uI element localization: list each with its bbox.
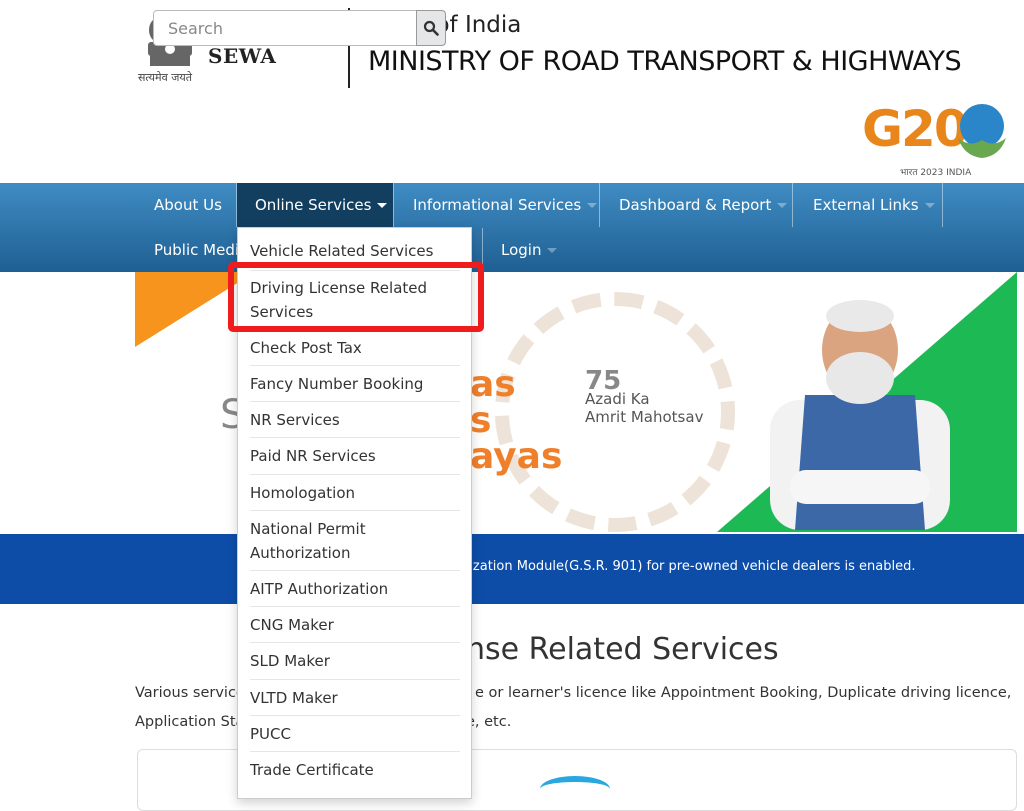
menu-item-cng-maker[interactable]: CNG Maker <box>250 613 460 637</box>
emblem-motto: सत्यमेव जयते <box>138 71 193 84</box>
menu-item-pucc[interactable]: PUCC <box>250 722 460 746</box>
section-description-line2-right: e, etc. <box>466 714 512 730</box>
menu-separator <box>250 679 460 680</box>
nav-online-services-label: Online Services <box>255 196 372 214</box>
azadi-line1: Azadi Ka <box>585 390 650 408</box>
nav-separator <box>942 183 943 227</box>
azadi-ka-amrit-mahotsav-logo: 75 Azadi Ka Amrit Mahotsav <box>585 366 704 426</box>
service-card-icon <box>540 776 610 802</box>
menu-item-fancy-number-booking[interactable]: Fancy Number Booking <box>250 372 460 396</box>
g20-subtitle: भारत 2023 INDIA <box>900 168 972 178</box>
banner-text-line3: ayas <box>470 436 563 477</box>
menu-item-national-permit-authorization[interactable]: National Permit Authorization <box>250 517 460 565</box>
menu-item-sld-maker[interactable]: SLD Maker <box>250 649 460 673</box>
nav-informational-services-label: Informational Services <box>413 196 582 214</box>
menu-item-trade-certificate[interactable]: Trade Certificate <box>250 758 460 782</box>
chevron-down-icon <box>924 203 935 208</box>
banner-text-line2: s <box>470 400 492 441</box>
menu-item-driving-license-related-services[interactable]: Driving License Related Services <box>250 276 460 324</box>
nav-public-media[interactable]: Public Media <box>137 228 237 272</box>
menu-separator <box>250 606 460 607</box>
menu-separator <box>250 365 460 366</box>
globe-lotus-icon <box>958 104 1006 158</box>
nav-about-us[interactable]: About Us <box>137 183 236 227</box>
nav-dashboard-report-label: Dashboard & Report <box>619 196 772 214</box>
menu-separator <box>250 715 460 716</box>
menu-separator <box>250 642 460 643</box>
nav-online-services[interactable]: Online Services <box>237 183 393 227</box>
menu-separator <box>250 474 460 475</box>
chevron-down-icon <box>777 203 788 208</box>
section-description-line1-left: Various service <box>135 685 245 701</box>
chevron-down-icon <box>547 248 558 253</box>
nav-external-links[interactable]: External Links <box>793 183 942 227</box>
menu-separator <box>250 510 460 511</box>
azadi-number: 75 <box>585 366 622 396</box>
azadi-line2: Amrit Mahotsav <box>585 408 704 426</box>
section-title: nse Related Services <box>466 632 779 667</box>
menu-item-aitp-authorization[interactable]: AITP Authorization <box>250 577 460 601</box>
nav-dashboard-report[interactable]: Dashboard & Report <box>600 183 792 227</box>
menu-separator <box>250 437 460 438</box>
online-services-dropdown: Vehicle Related Services Driving License… <box>237 227 472 799</box>
search-icon <box>423 20 439 36</box>
search-button[interactable] <box>416 10 446 46</box>
ministry-title: MINISTRY OF ROAD TRANSPORT & HIGHWAYS <box>368 46 962 77</box>
nav-login[interactable]: Login <box>483 228 573 272</box>
notice-text[interactable]: orization Module(G.S.R. 901) for pre-own… <box>456 559 915 574</box>
section-description-line1-right: e or learner's licence like Appointment … <box>475 685 1012 701</box>
menu-item-vltd-maker[interactable]: VLTD Maker <box>250 686 460 710</box>
search-input[interactable] <box>153 10 417 46</box>
search-bar <box>153 10 446 48</box>
notice-strip: orization Module(G.S.R. 901) for pre-own… <box>0 534 1024 604</box>
chevron-down-icon <box>377 203 388 208</box>
menu-separator <box>250 751 460 752</box>
menu-separator <box>250 401 460 402</box>
menu-item-nr-services[interactable]: NR Services <box>250 408 460 432</box>
banner-text-line1: as <box>470 364 516 405</box>
nav-informational-services[interactable]: Informational Services <box>394 183 599 227</box>
chevron-down-icon <box>587 203 598 208</box>
menu-separator <box>250 329 460 330</box>
nav-login-label: Login <box>501 241 542 259</box>
nav-public-media-label: Public Media <box>154 241 237 259</box>
main-navigation: About Us Online Services Informational S… <box>0 183 1024 272</box>
menu-separator <box>250 270 460 271</box>
nav-about-us-label: About Us <box>154 196 222 214</box>
menu-item-homologation[interactable]: Homologation <box>250 481 460 505</box>
section-description-line2-left: Application Sta <box>135 714 245 730</box>
menu-separator <box>250 570 460 571</box>
menu-item-paid-nr-services[interactable]: Paid NR Services <box>250 444 460 468</box>
menu-item-check-post-tax[interactable]: Check Post Tax <box>250 336 460 360</box>
portrait-image <box>770 300 950 530</box>
menu-item-vehicle-related-services[interactable]: Vehicle Related Services <box>250 239 460 263</box>
nav-external-links-label: External Links <box>813 196 919 214</box>
site-header: सत्यमेव जयते SEWA ment of India MINISTRY… <box>0 0 1024 183</box>
